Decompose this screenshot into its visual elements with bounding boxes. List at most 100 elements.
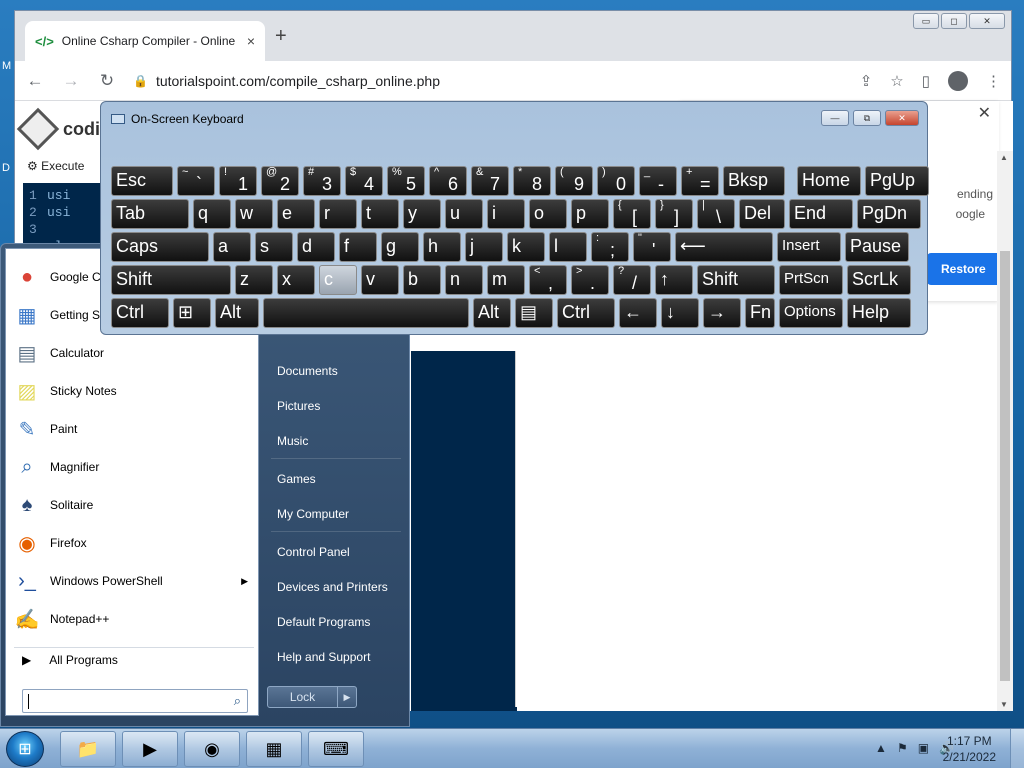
key-d[interactable]: d <box>297 232 335 262</box>
menu-icon[interactable]: ⋮ <box>986 72 1001 90</box>
key-x[interactable]: x <box>277 265 315 295</box>
key-shift[interactable]: Shift <box>697 265 775 295</box>
key-m[interactable]: m <box>487 265 525 295</box>
key-pgup[interactable]: PgUp <box>865 166 929 196</box>
key-symbol[interactable]: " ' <box>633 232 671 262</box>
key-caps[interactable]: Caps <box>111 232 209 262</box>
key-l[interactable]: l <box>549 232 587 262</box>
start-place-default-programs[interactable]: Default Programs <box>277 615 370 629</box>
search-icon[interactable]: ⌕ <box>234 693 241 709</box>
start-item-paint[interactable]: ✎ Paint <box>12 411 256 447</box>
key-symbol[interactable]: }] <box>655 199 693 229</box>
new-tab-button[interactable]: + <box>275 25 287 48</box>
key-ctrl[interactable]: Ctrl <box>557 298 615 328</box>
key-insert[interactable]: Insert <box>777 232 841 262</box>
key-esc[interactable]: Esc <box>111 166 173 196</box>
start-place-documents[interactable]: Documents <box>277 364 338 378</box>
key-g[interactable]: g <box>381 232 419 262</box>
key-options[interactable]: Options <box>779 298 843 328</box>
execute-button[interactable]: ⚙ Execute <box>27 159 84 173</box>
start-place-help-and-support[interactable]: Help and Support <box>277 650 370 664</box>
all-programs-button[interactable]: ▶ All Programs <box>22 653 118 667</box>
start-search-input[interactable]: ⌕ <box>22 689 248 713</box>
key-space[interactable] <box>263 298 469 328</box>
key-q[interactable]: q <box>193 199 231 229</box>
key-5[interactable]: % 5 <box>387 166 425 196</box>
key-end[interactable]: End <box>789 199 853 229</box>
profile-icon[interactable] <box>948 70 968 91</box>
key-y[interactable]: y <box>403 199 441 229</box>
start-item-calculator[interactable]: ▤ Calculator <box>12 335 256 371</box>
start-place-games[interactable]: Games <box>277 472 316 486</box>
key-3[interactable]: #3 <box>303 166 341 196</box>
start-place-control-panel[interactable]: Control Panel <box>277 545 350 559</box>
browser-tab[interactable]: </> Online Csharp Compiler - Online × <box>25 21 265 61</box>
key-n[interactable]: n <box>445 265 483 295</box>
key-i[interactable]: i <box>487 199 525 229</box>
key-fn[interactable]: Fn <box>745 298 775 328</box>
key-symbol[interactable]: → <box>703 298 741 328</box>
key-tab[interactable]: Tab <box>111 199 189 229</box>
lock-icon[interactable]: 🔒 <box>133 74 148 88</box>
start-button[interactable]: ⊞ <box>6 731 44 767</box>
start-place-music[interactable]: Music <box>277 434 308 448</box>
show-desktop-button[interactable] <box>1010 729 1024 768</box>
on-screen-keyboard-icon[interactable]: ⌨ <box>308 731 364 767</box>
show-hidden-icons-icon[interactable]: ▲ <box>875 741 887 755</box>
key-del[interactable]: Del <box>739 199 785 229</box>
key-pgdn[interactable]: PgDn <box>857 199 921 229</box>
key-w[interactable]: w <box>235 199 273 229</box>
maximize-button[interactable]: ◻ <box>941 13 967 29</box>
key-symbol[interactable]: ↑ <box>655 265 693 295</box>
network-tool-icon[interactable]: ▦ <box>246 731 302 767</box>
key-a[interactable]: a <box>213 232 251 262</box>
key-2[interactable]: @2 <box>261 166 299 196</box>
key-symbol[interactable]: ↓ <box>661 298 699 328</box>
key-symbol[interactable]: _ - <box>639 166 677 196</box>
restore-button[interactable]: Restore <box>927 253 999 285</box>
url-text[interactable]: tutorialspoint.com/compile_csharp_online… <box>156 73 440 89</box>
star-icon[interactable]: ☆ <box>890 72 903 90</box>
key-symbol[interactable]: :; <box>591 232 629 262</box>
key-k[interactable]: k <box>507 232 545 262</box>
key-symbol[interactable]: ⊞ <box>173 298 211 328</box>
reload-icon[interactable]: ↻ <box>97 71 117 91</box>
media-player-icon[interactable]: ▶ <box>122 731 178 767</box>
key-bksp[interactable]: Bksp <box>723 166 785 196</box>
key-home[interactable]: Home <box>797 166 861 196</box>
key-symbol[interactable]: ⟵ <box>675 232 773 262</box>
share-icon[interactable]: ⇪ <box>860 72 873 90</box>
action-center-icon[interactable]: ⚑ <box>897 741 908 755</box>
address-bar[interactable]: 🔒 tutorialspoint.com/compile_csharp_onli… <box>133 73 844 89</box>
start-item-firefox[interactable]: ◉ Firefox <box>12 525 256 561</box>
scroll-down-icon[interactable]: ▼ <box>1000 700 1008 709</box>
scroll-up-icon[interactable]: ▲ <box>1000 153 1008 162</box>
clock[interactable]: 1:17 PM 2/21/2022 <box>943 733 996 765</box>
key-r[interactable]: r <box>319 199 357 229</box>
start-place-my-computer[interactable]: My Computer <box>277 507 349 521</box>
start-item-notepad[interactable]: ✍ Notepad++ <box>12 601 256 637</box>
key-scrlk[interactable]: ScrLk <box>847 265 911 295</box>
key-9[interactable]: (9 <box>555 166 593 196</box>
key-p[interactable]: p <box>571 199 609 229</box>
key-j[interactable]: j <box>465 232 503 262</box>
key-6[interactable]: ^ 6 <box>429 166 467 196</box>
key-o[interactable]: o <box>529 199 567 229</box>
key-u[interactable]: u <box>445 199 483 229</box>
key-e[interactable]: e <box>277 199 315 229</box>
sidebar-icon[interactable]: ▯ <box>922 72 930 90</box>
key-prtscn[interactable]: PrtScn <box>779 265 843 295</box>
key-symbol[interactable]: <, <box>529 265 567 295</box>
key-pause[interactable]: Pause <box>845 232 909 262</box>
shutdown-options-arrow-icon[interactable]: ▶ <box>338 687 356 707</box>
key-s[interactable]: s <box>255 232 293 262</box>
key-0[interactable]: ) 0 <box>597 166 635 196</box>
key-4[interactable]: $4 <box>345 166 383 196</box>
start-place-devices-and-printers[interactable]: Devices and Printers <box>277 580 388 594</box>
key-z[interactable]: z <box>235 265 273 295</box>
key-symbol[interactable]: ▤ <box>515 298 553 328</box>
key-symbol[interactable]: >. <box>571 265 609 295</box>
key-symbol[interactable]: ~ ` <box>177 166 215 196</box>
key-c[interactable]: c <box>319 265 357 295</box>
key-symbol[interactable]: {[ <box>613 199 651 229</box>
